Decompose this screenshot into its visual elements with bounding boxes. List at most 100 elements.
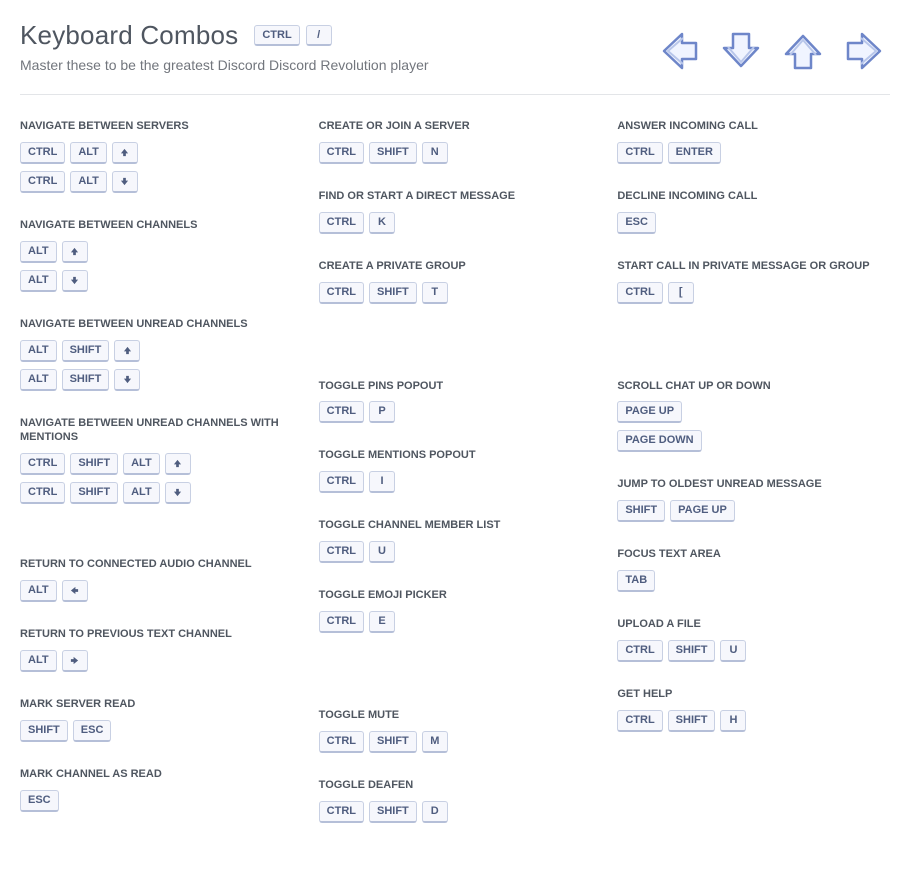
key-combo: CTRLSHIFTALT xyxy=(20,482,293,504)
shortcut-label: TOGGLE MENTIONS POPOUT xyxy=(319,448,592,463)
ddr-arrow-right-icon xyxy=(840,26,890,76)
keycap-arrow-right-icon xyxy=(62,650,88,672)
shortcut-group: TOGGLE MENTIONS POPOUT CTRLI xyxy=(319,448,592,500)
keycap: SHIFT xyxy=(617,500,665,522)
key-combo: ALTSHIFT xyxy=(20,369,293,391)
shortcut-group: CREATE OR JOIN A SERVERCTRLSHIFTN xyxy=(319,119,592,171)
keycap: CTRL xyxy=(617,282,662,304)
key-combo: ALT xyxy=(20,580,293,602)
shortcut-group: RETURN TO PREVIOUS TEXT CHANNELALT xyxy=(20,627,293,679)
shortcut-group: RETURN TO CONNECTED AUDIO CHANNELALT xyxy=(20,557,293,609)
keycap: I xyxy=(369,471,395,493)
shortcut-column: NAVIGATE BETWEEN SERVERSCTRLALTCTRLALT NA… xyxy=(20,119,293,848)
keycap: ESC xyxy=(20,790,59,812)
shortcut-group: GET HELPCTRLSHIFTH xyxy=(617,687,890,739)
key-combo: ALTSHIFT xyxy=(20,340,293,362)
shortcut-label: ANSWER INCOMING CALL xyxy=(617,119,890,134)
keycap: CTRL xyxy=(617,710,662,732)
keycap: U xyxy=(720,640,746,662)
shortcut-label: CREATE OR JOIN A SERVER xyxy=(319,119,592,134)
page-title: Keyboard Combos xyxy=(20,20,238,51)
keycap: E xyxy=(369,611,395,633)
shortcut-label: TOGGLE CHANNEL MEMBER LIST xyxy=(319,518,592,533)
key-combo: CTRLK xyxy=(319,212,592,234)
keycap: ALT xyxy=(20,241,57,263)
keycap: U xyxy=(369,541,395,563)
key-combo: PAGE DOWN xyxy=(617,430,890,452)
shortcut-group: TOGGLE CHANNEL MEMBER LIST CTRLU xyxy=(319,518,592,570)
shortcut-group: TOGGLE PINS POPOUTCTRLP xyxy=(319,379,592,431)
shortcut-label: NAVIGATE BETWEEN UNREAD CHANNELS WITH ME… xyxy=(20,416,293,446)
keycap: T xyxy=(422,282,448,304)
keycap: ALT xyxy=(70,142,107,164)
key-combo: CTRLALT xyxy=(20,142,293,164)
keycap: SHIFT xyxy=(70,453,118,475)
keycap: / xyxy=(306,25,332,46)
keycap: ALT xyxy=(123,453,160,475)
ddr-arrow-left-icon xyxy=(654,26,704,76)
shortcut-label: MARK CHANNEL AS READ xyxy=(20,767,293,782)
shortcut-group: TOGGLE MUTECTRLSHIFTM xyxy=(319,708,592,760)
key-combo: CTRLSHIFTU xyxy=(617,640,890,662)
spacer xyxy=(617,329,890,379)
shortcut-label: START CALL IN PRIVATE MESSAGE OR GROUP xyxy=(617,259,890,274)
keycap: SHIFT xyxy=(668,710,716,732)
shortcut-label: SCROLL CHAT UP OR DOWN xyxy=(617,379,890,394)
title-row: Keyboard Combos CTRL / xyxy=(20,20,654,51)
shortcut-label: DECLINE INCOMING CALL xyxy=(617,189,890,204)
shortcut-group: NAVIGATE BETWEEN CHANNELS ALT ALT xyxy=(20,218,293,299)
keycap-arrow-down-icon xyxy=(114,369,140,391)
keycap: SHIFT xyxy=(369,731,417,753)
keycap: CTRL xyxy=(319,282,364,304)
keycap: SHIFT xyxy=(369,282,417,304)
key-combo: ESC xyxy=(20,790,293,812)
keycap-arrow-down-icon xyxy=(62,270,88,292)
key-combo: ALT xyxy=(20,241,293,263)
shortcut-group: NAVIGATE BETWEEN SERVERSCTRLALTCTRLALT xyxy=(20,119,293,200)
shortcut-column: CREATE OR JOIN A SERVERCTRLSHIFTN FIND OR… xyxy=(319,119,592,848)
key-combo: CTRLE xyxy=(319,611,592,633)
shortcut-group: UPLOAD A FILECTRLSHIFTU xyxy=(617,617,890,669)
keycap-arrow-down-icon xyxy=(112,171,138,193)
keycap: TAB xyxy=(617,570,655,592)
shortcut-group: ANSWER INCOMING CALL CTRL ENTER xyxy=(617,119,890,171)
keycap: CTRL xyxy=(617,640,662,662)
keycap: PAGE DOWN xyxy=(617,430,701,452)
keycap: CTRL xyxy=(254,25,299,46)
keycap: ALT xyxy=(123,482,160,504)
key-combo: ALT xyxy=(20,270,293,292)
keycap: ESC xyxy=(617,212,656,234)
shortcut-group: TOGGLE DEAFENCTRLSHIFTD xyxy=(319,778,592,830)
keycap: CTRL xyxy=(617,142,662,164)
keycap: CTRL xyxy=(319,541,364,563)
shortcut-group: JUMP TO OLDEST UNREAD MESSAGESHIFTPAGE U… xyxy=(617,477,890,529)
spacer xyxy=(319,658,592,708)
keycap: M xyxy=(422,731,448,753)
shortcut-group: TOGGLE EMOJI PICKERCTRLE xyxy=(319,588,592,640)
keycap: SHIFT xyxy=(62,369,110,391)
spacer xyxy=(20,529,293,557)
key-combo: SHIFTPAGE UP xyxy=(617,500,890,522)
keycap: ALT xyxy=(70,171,107,193)
keycap: CTRL xyxy=(319,731,364,753)
keycap: PAGE UP xyxy=(617,401,682,423)
keycap: ALT xyxy=(20,580,57,602)
keycap-arrow-left-icon xyxy=(62,580,88,602)
ddr-arrow-down-icon xyxy=(716,26,766,76)
spacer xyxy=(319,329,592,379)
key-combo: ALT xyxy=(20,650,293,672)
shortcut-label: FIND OR START A DIRECT MESSAGE xyxy=(319,189,592,204)
key-combo: CTRL ENTER xyxy=(617,142,890,164)
shortcut-label: NAVIGATE BETWEEN CHANNELS xyxy=(20,218,293,233)
keycap: CTRL xyxy=(319,212,364,234)
key-combo: CTRLI xyxy=(319,471,592,493)
shortcut-group: DECLINE INCOMING CALL ESC xyxy=(617,189,890,241)
keycap: CTRL xyxy=(20,142,65,164)
shortcut-label: FOCUS TEXT AREA xyxy=(617,547,890,562)
keycap: ESC xyxy=(73,720,112,742)
shortcut-group: NAVIGATE BETWEEN UNREAD CHANNELS WITH ME… xyxy=(20,416,293,512)
key-combo: CTRLSHIFTM xyxy=(319,731,592,753)
keycap: SHIFT xyxy=(62,340,110,362)
key-combo: CTRLU xyxy=(319,541,592,563)
keycap: ENTER xyxy=(668,142,721,164)
